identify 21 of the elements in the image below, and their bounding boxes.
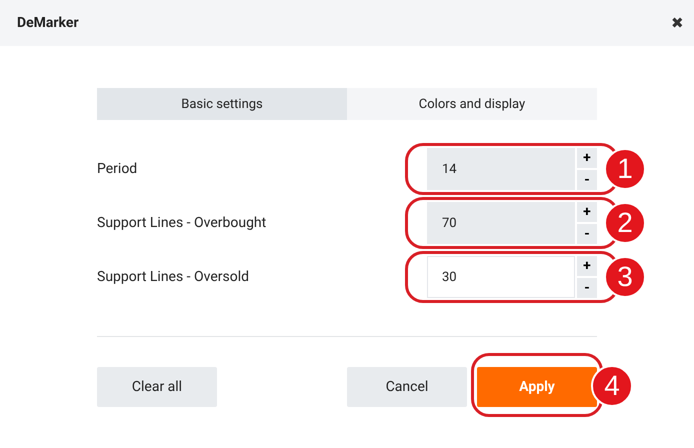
close-button[interactable]: ✖ <box>671 14 684 32</box>
decrement-button[interactable]: - <box>577 224 597 244</box>
field-label: Support Lines - Overbought <box>97 215 266 231</box>
increment-button[interactable]: + <box>577 202 597 222</box>
decrement-button[interactable]: - <box>577 278 597 298</box>
field-label: Period <box>97 161 138 177</box>
number-field[interactable]: 30 <box>427 256 575 298</box>
number-field[interactable]: 14 <box>427 148 575 190</box>
callout-number: 3 <box>604 256 646 298</box>
field-label: Support Lines - Oversold <box>97 269 250 285</box>
tab[interactable]: Basic settings <box>97 88 347 120</box>
callout-number: 4 <box>591 365 633 407</box>
increment-button[interactable]: + <box>577 256 597 276</box>
action-button[interactable]: Cancel <box>347 367 467 407</box>
window-title: DeMarker <box>17 15 79 31</box>
number-field[interactable]: 70 <box>427 202 575 244</box>
increment-button[interactable]: + <box>577 148 597 168</box>
action-button[interactable]: Clear all <box>97 367 217 407</box>
callout-number: 1 <box>604 148 646 190</box>
decrement-button[interactable]: - <box>577 170 597 190</box>
callout-number: 2 <box>604 202 646 244</box>
